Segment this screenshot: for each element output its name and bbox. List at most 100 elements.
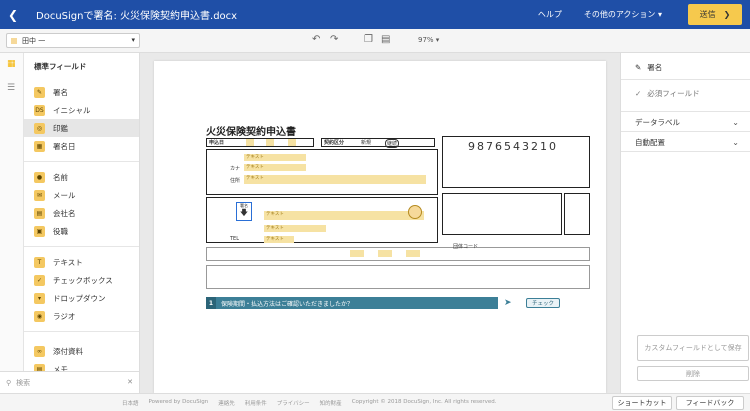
field-label: 署名日 bbox=[53, 141, 76, 151]
divider bbox=[621, 111, 750, 112]
text-field[interactable]: テキスト bbox=[264, 236, 294, 243]
feedback-button[interactable]: フィードバック bbox=[676, 396, 744, 410]
fields-tab-icon[interactable]: ▦ bbox=[7, 59, 16, 69]
radio-icon: ◉ bbox=[34, 310, 45, 322]
terms-link[interactable]: 利用条件 bbox=[245, 399, 267, 407]
panel-field-type: ✎ 署名 bbox=[621, 59, 750, 75]
text-field[interactable]: テキスト bbox=[244, 154, 306, 161]
notes-block bbox=[206, 265, 590, 289]
field-item-title[interactable]: ▣ 役職 bbox=[24, 222, 139, 240]
field-label: チェックボックス bbox=[53, 275, 113, 285]
paperclip-icon: ∞ bbox=[34, 345, 45, 357]
send-button[interactable]: 送信 ❯ bbox=[688, 4, 742, 25]
text-field[interactable]: テキスト bbox=[264, 225, 326, 232]
person-icon: ● bbox=[34, 171, 45, 183]
date-field[interactable] bbox=[378, 250, 392, 257]
left-rail: ▦ ☰ bbox=[0, 53, 24, 393]
field-label: ラジオ bbox=[53, 311, 76, 321]
field-item-date-signed[interactable]: ▦ 署名日 bbox=[24, 137, 139, 155]
divider bbox=[621, 131, 750, 132]
copyright: Copyright © 2018 DocuSign, Inc. All righ… bbox=[351, 399, 497, 405]
field-item-signature[interactable]: ✎ 署名 bbox=[24, 83, 139, 101]
language-link[interactable]: 日本語 bbox=[122, 399, 139, 407]
chevron-right-icon: ❯ bbox=[723, 10, 731, 19]
date-field[interactable] bbox=[266, 139, 274, 146]
notice-block bbox=[442, 193, 562, 235]
field-search[interactable]: ⚲ 検索 ✕ bbox=[0, 371, 140, 393]
tel-label: TEL bbox=[230, 236, 239, 242]
signature-field[interactable]: 署名 🡇 bbox=[236, 202, 252, 221]
policy-number: 9876543210 bbox=[468, 140, 558, 153]
apply-date-label: 申込日 bbox=[209, 140, 225, 146]
copy-icon[interactable]: ❐ bbox=[364, 34, 373, 45]
top-actions: ヘルプ その他のアクション ▾ 送信 ❯ bbox=[538, 0, 750, 29]
calendar-icon: ▦ bbox=[34, 140, 45, 152]
date-field[interactable] bbox=[288, 139, 296, 146]
top-bar: ❮ DocuSignで署名: 火災保険契約申込書.docx ヘルプ その他のアク… bbox=[0, 0, 750, 29]
mail-icon: ✉ bbox=[34, 189, 45, 201]
recipient-select[interactable]: 田中 一 ▾ bbox=[6, 33, 140, 48]
plan-renew: 継続 bbox=[385, 139, 400, 148]
dropdown-icon: ▾ bbox=[34, 292, 45, 304]
field-item-radio[interactable]: ◉ ラジオ bbox=[24, 307, 139, 325]
seal-field[interactable] bbox=[408, 205, 422, 219]
required-field-toggle[interactable]: ✓ 必須フィールド bbox=[621, 85, 750, 101]
ip-link[interactable]: 知的財産 bbox=[320, 399, 342, 407]
field-item-name[interactable]: ● 名前 bbox=[24, 168, 139, 186]
field-item-initials[interactable]: DS イニシャル bbox=[24, 101, 139, 119]
document-page: 火災保険契約申込書 申込日 契約区分 新規 継続 9876543210 カナ 住… bbox=[154, 61, 606, 393]
zoom-select[interactable]: 97% ▾ bbox=[418, 36, 439, 44]
field-label: 署名 bbox=[53, 87, 68, 97]
field-label: 役職 bbox=[53, 226, 68, 236]
redo-icon[interactable]: ↷ bbox=[330, 34, 338, 45]
date-field[interactable] bbox=[246, 139, 254, 146]
settings-tab-icon[interactable]: ☰ bbox=[7, 83, 15, 93]
check-button[interactable]: チェック bbox=[526, 298, 560, 308]
field-label: ドロップダウン bbox=[53, 293, 106, 303]
seal-icon: ◎ bbox=[34, 122, 45, 134]
search-placeholder: 検索 bbox=[16, 378, 31, 387]
required-field-label: 必須フィールド bbox=[647, 88, 700, 98]
auto-place-section[interactable]: 自動配置 ⌄ bbox=[621, 133, 750, 151]
field-item-note[interactable]: ▤ メモ bbox=[24, 360, 139, 371]
privacy-link[interactable]: プライバシー bbox=[277, 399, 310, 407]
field-item-email[interactable]: ✉ メール bbox=[24, 186, 139, 204]
divider bbox=[621, 79, 750, 80]
kana-label: カナ bbox=[230, 166, 241, 172]
back-button[interactable]: ❮ bbox=[0, 0, 26, 29]
contact-link[interactable]: 連絡先 bbox=[218, 399, 235, 407]
document-canvas: 火災保険契約申込書 申込日 契約区分 新規 継続 9876543210 カナ 住… bbox=[140, 53, 620, 393]
shortcut-button[interactable]: ショートカット bbox=[612, 396, 672, 410]
notice-side-block bbox=[564, 193, 590, 235]
undo-icon[interactable]: ↶ bbox=[312, 34, 320, 45]
field-item-seal[interactable]: ◎ 印鑑 bbox=[24, 119, 139, 137]
confirm-question: 保険期間・払込方法はご確認いただきましたか？ bbox=[221, 300, 354, 308]
help-link[interactable]: ヘルプ bbox=[538, 9, 562, 20]
search-icon: ⚲ bbox=[6, 378, 12, 387]
text-field-label: テキスト bbox=[246, 176, 264, 181]
footer-links: 日本語 Powered by DocuSign 連絡先 利用条件 プライバシー … bbox=[122, 399, 497, 407]
save-custom-field-button[interactable]: カスタムフィールドとして保存 bbox=[637, 335, 749, 361]
field-panel: 標準フィールド ✎ 署名 DS イニシャル ◎ 印鑑 ▦ 署名日 ● 名前 ✉ メール ▤ 会… bbox=[24, 53, 140, 371]
delete-button[interactable]: 削除 bbox=[637, 366, 749, 381]
text-field[interactable]: テキスト bbox=[244, 175, 426, 184]
other-actions-label: その他のアクション bbox=[583, 10, 656, 19]
properties-panel: ✎ 署名 ✓ 必須フィールド データラベル ⌄ 自動配置 ⌄ カスタムフィールド… bbox=[620, 53, 750, 393]
other-actions-menu[interactable]: その他のアクション ▾ bbox=[584, 9, 662, 20]
field-item-attachment[interactable]: ∞ 添付資料 bbox=[24, 342, 139, 360]
date-field[interactable] bbox=[350, 250, 364, 257]
field-item-checkbox[interactable]: ✓ チェックボックス bbox=[24, 271, 139, 289]
date-field[interactable] bbox=[406, 250, 420, 257]
text-field[interactable]: テキスト bbox=[244, 164, 306, 171]
field-item-company[interactable]: ▤ 会社名 bbox=[24, 204, 139, 222]
field-item-text[interactable]: T テキスト bbox=[24, 253, 139, 271]
arrow-down-icon: 🡇 bbox=[239, 208, 249, 217]
clear-icon[interactable]: ✕ bbox=[127, 378, 133, 386]
checkbox-icon: ✓ bbox=[34, 274, 45, 286]
field-item-dropdown[interactable]: ▾ ドロップダウン bbox=[24, 289, 139, 307]
recipient-name: 田中 一 bbox=[22, 36, 46, 45]
data-label-section[interactable]: データラベル ⌄ bbox=[621, 113, 750, 131]
text-field[interactable]: テキスト bbox=[264, 211, 424, 220]
note-icon: ▤ bbox=[34, 363, 45, 371]
paste-icon[interactable]: ▤ bbox=[381, 34, 390, 45]
